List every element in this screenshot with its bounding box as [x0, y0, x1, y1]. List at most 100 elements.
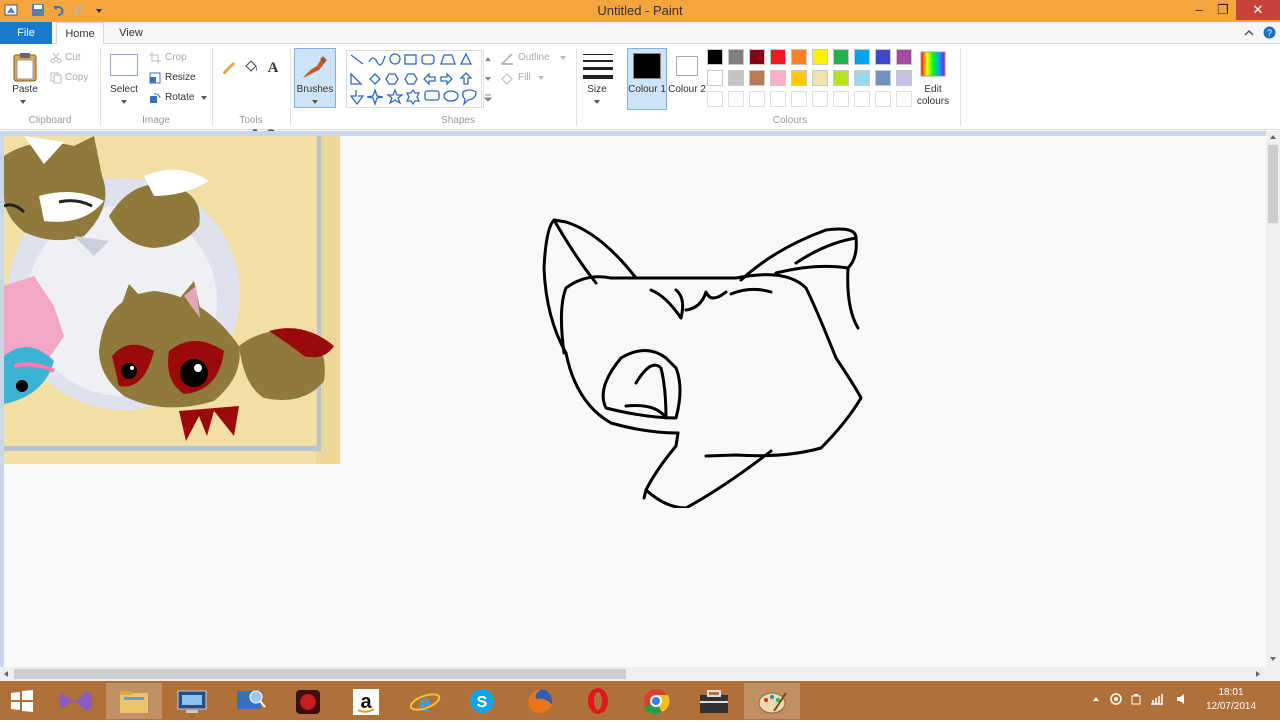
battery-icon[interactable] [1130, 693, 1142, 705]
internet-explorer-taskbar[interactable]: e [396, 683, 452, 719]
colour-swatch[interactable] [854, 70, 870, 86]
show-hidden-icons-icon[interactable] [1092, 696, 1100, 702]
custom-colour-slot[interactable] [728, 91, 744, 107]
rotate-button[interactable]: Rotate [165, 90, 194, 106]
chevron-down-icon[interactable] [310, 99, 320, 105]
colour-swatch[interactable] [833, 49, 849, 65]
copy-button[interactable]: Copy [65, 70, 88, 86]
outline-icon[interactable] [500, 52, 514, 66]
pasted-reference-image[interactable] [4, 136, 340, 464]
cut-icon[interactable] [50, 52, 62, 64]
colour-swatch[interactable] [812, 49, 828, 65]
chevron-down-icon[interactable] [18, 99, 28, 105]
colour-swatch[interactable] [791, 70, 807, 86]
brush-icon[interactable] [299, 52, 331, 82]
select-button[interactable]: Select [104, 84, 144, 95]
toolbox-taskbar[interactable] [686, 683, 742, 719]
size-icon[interactable] [582, 52, 614, 80]
custom-colour-slot[interactable] [854, 91, 870, 107]
fill-button[interactable]: Fill [518, 70, 531, 86]
pencil-icon[interactable] [221, 58, 237, 74]
scroll-up-icon[interactable] [1269, 134, 1277, 140]
paint-taskbar[interactable] [744, 683, 800, 719]
shield-icon[interactable] [1110, 693, 1122, 705]
colour-swatch[interactable] [707, 49, 723, 65]
colour-swatch[interactable] [833, 70, 849, 86]
custom-colour-slot[interactable] [833, 91, 849, 107]
restore-button[interactable]: ❐ [1212, 0, 1234, 20]
visual-studio-taskbar[interactable] [48, 683, 104, 719]
copy-icon[interactable] [50, 72, 62, 84]
scroll-down-icon[interactable] [1269, 656, 1277, 662]
help-icon[interactable]: ? [1263, 26, 1276, 39]
chevron-up-icon[interactable] [484, 56, 492, 62]
vertical-scrollbar[interactable] [1266, 131, 1280, 667]
tab-file[interactable]: File [0, 22, 52, 44]
tab-view[interactable]: View [108, 22, 154, 44]
game-taskbar[interactable] [280, 683, 336, 719]
cut-button[interactable]: Cut [65, 50, 81, 66]
resize-icon[interactable] [149, 72, 161, 84]
colour-swatch[interactable] [812, 70, 828, 86]
custom-colour-slot[interactable] [770, 91, 786, 107]
horizontal-scrollbar[interactable] [0, 667, 1266, 681]
minimize-ribbon-icon[interactable] [1244, 28, 1254, 38]
text-icon[interactable]: A [265, 58, 281, 74]
chevron-down-icon[interactable] [119, 99, 129, 105]
outline-button[interactable]: Outline [518, 50, 550, 66]
fill-icon[interactable] [500, 72, 514, 86]
colour-swatch[interactable] [896, 49, 912, 65]
minimize-button[interactable]: – [1188, 0, 1210, 20]
tab-home[interactable]: Home [56, 22, 104, 45]
volume-icon[interactable] [1176, 693, 1188, 705]
edit-colours-button[interactable]: Edit colours [908, 84, 958, 108]
scroll-left-icon[interactable] [3, 670, 9, 678]
clock[interactable]: 18:01 12/07/2014 [1196, 686, 1266, 714]
colour-swatch[interactable] [728, 70, 744, 86]
chevron-down-icon[interactable] [538, 76, 544, 80]
colour-swatch[interactable] [791, 49, 807, 65]
custom-colour-slot[interactable] [812, 91, 828, 107]
drawing-canvas[interactable] [4, 136, 1266, 667]
chevron-down-icon[interactable] [200, 95, 208, 101]
custom-colour-slot[interactable] [791, 91, 807, 107]
amazon-taskbar[interactable]: a [338, 683, 394, 719]
paste-button[interactable]: Paste [4, 84, 46, 95]
fill-bucket-icon[interactable] [243, 58, 259, 74]
more-icon[interactable] [484, 94, 492, 102]
chrome-taskbar[interactable] [628, 683, 684, 719]
colour-swatch[interactable] [770, 49, 786, 65]
rotate-icon[interactable] [149, 92, 161, 104]
size-button[interactable]: Size [580, 84, 614, 95]
skype-taskbar[interactable]: S [454, 683, 510, 719]
close-button[interactable]: ✕ [1236, 0, 1280, 20]
custom-colour-slot[interactable] [707, 91, 723, 107]
remote-desktop-taskbar[interactable] [164, 683, 220, 719]
scroll-right-icon[interactable] [1255, 670, 1261, 678]
colour-swatch[interactable] [728, 49, 744, 65]
custom-colour-slot[interactable] [875, 91, 891, 107]
colour-swatch[interactable] [875, 49, 891, 65]
shapes-gallery-icons[interactable] [349, 52, 481, 108]
network-taskbar[interactable] [222, 683, 278, 719]
start-icon[interactable] [10, 690, 34, 712]
resize-button[interactable]: Resize [165, 70, 196, 86]
custom-colour-slot[interactable] [749, 91, 765, 107]
colour2-label[interactable]: Colour 2 [667, 84, 707, 96]
edit-colours-icon[interactable] [919, 50, 947, 78]
chevron-down-icon[interactable] [560, 56, 566, 60]
network-status-icon[interactable] [1150, 693, 1164, 705]
chevron-down-icon[interactable] [484, 76, 492, 82]
crop-button[interactable]: Crop [165, 50, 187, 66]
colour-swatch[interactable] [854, 49, 870, 65]
colour-swatch[interactable] [875, 70, 891, 86]
file-explorer-taskbar[interactable] [106, 683, 162, 719]
colour-swatch[interactable] [770, 70, 786, 86]
select-icon[interactable] [110, 54, 138, 76]
colour-swatch[interactable] [749, 70, 765, 86]
firefox-taskbar[interactable] [512, 683, 568, 719]
paste-icon[interactable] [12, 52, 38, 82]
opera-taskbar[interactable] [570, 683, 626, 719]
colour-swatch[interactable] [707, 70, 723, 86]
colour-swatch[interactable] [749, 49, 765, 65]
